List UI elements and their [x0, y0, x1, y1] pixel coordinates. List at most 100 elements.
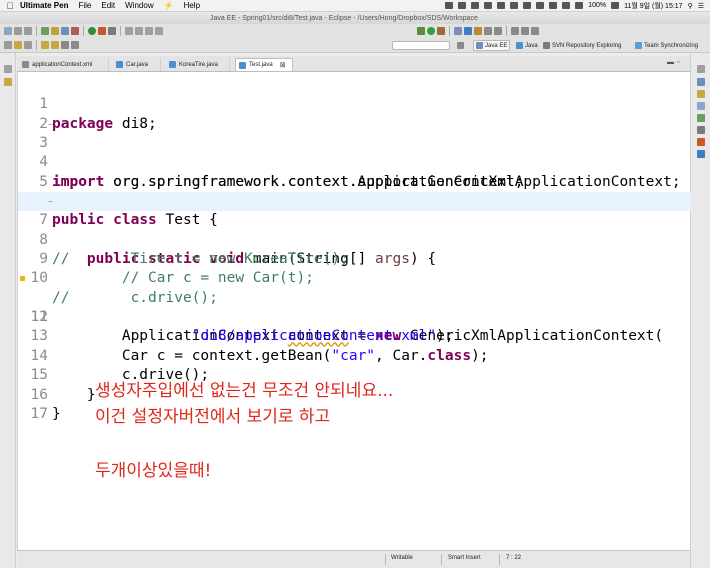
toolbar-icon[interactable] — [155, 27, 163, 35]
next-annotation-icon[interactable] — [41, 41, 49, 49]
open-type-icon[interactable] — [474, 27, 482, 35]
tray-icon[interactable] — [497, 2, 506, 9]
status-separator — [441, 554, 442, 565]
code-line: 14 c.drive(); — [18, 327, 691, 383]
line-number: 17 — [30, 405, 48, 422]
status-cursor-position: 7 : 22 — [506, 555, 522, 561]
bolt-icon[interactable]: ⚡ — [164, 1, 174, 10]
status-insert-mode: Smart Insert — [448, 555, 481, 561]
toolbar-separator — [36, 26, 37, 36]
perspective-team[interactable]: Team Synchronizing — [633, 40, 700, 51]
tray-icon[interactable] — [523, 2, 532, 9]
clock[interactable]: 11월 9일 (월) 15:17 — [624, 1, 683, 11]
snippets-icon[interactable] — [697, 138, 705, 146]
forward-icon[interactable] — [71, 41, 79, 49]
perspective-label: Java — [525, 42, 538, 49]
new-java-class-icon[interactable] — [464, 27, 472, 35]
console-icon[interactable] — [697, 150, 705, 158]
quick-access-input[interactable] — [392, 41, 450, 50]
save-icon[interactable] — [14, 27, 22, 35]
perspective-svn[interactable]: SVN Repository Exploring — [541, 40, 623, 51]
external-tools-icon[interactable] — [437, 27, 445, 35]
apple-icon[interactable]:  — [0, 1, 20, 11]
tray-icon[interactable] — [549, 2, 558, 9]
toolbar-icon[interactable] — [24, 41, 32, 49]
servers-icon[interactable] — [697, 114, 705, 122]
menu-edit[interactable]: Edit — [101, 1, 115, 10]
code-line: 3 − import org.springframework.context.A… — [18, 115, 691, 190]
toolbar-icon[interactable] — [14, 41, 22, 49]
app-menu[interactable]: Ultimate Pen — [20, 1, 68, 10]
task-list-icon[interactable] — [697, 90, 705, 98]
server-icon[interactable] — [41, 27, 49, 35]
spotlight-icon[interactable]: ⚲ — [688, 2, 693, 10]
markers-icon[interactable] — [697, 102, 705, 110]
publish-icon[interactable] — [108, 27, 116, 35]
search-icon[interactable] — [61, 27, 69, 35]
run-server-icon[interactable] — [88, 27, 96, 35]
toolbar-separator — [120, 26, 121, 36]
java-editor[interactable]: 1 package di8; 2 3 − import org.springfr… — [17, 72, 691, 550]
perspective-java[interactable]: Java — [514, 40, 540, 51]
back-icon[interactable] — [61, 41, 69, 49]
fold-toggle-icon[interactable]: − — [48, 115, 53, 134]
tab-label: KoreaTire.java — [179, 61, 218, 68]
toolbar-icon[interactable] — [4, 41, 12, 49]
menu-help[interactable]: Help — [184, 1, 200, 10]
open-perspective-icon — [457, 42, 464, 49]
open-perspective-button[interactable] — [455, 40, 466, 51]
code-line: 15 } — [18, 347, 691, 402]
tray-icon[interactable] — [484, 2, 493, 9]
debug-server-icon[interactable] — [98, 27, 106, 35]
tab-test-java[interactable]: Test.java ⊠ — [235, 58, 293, 71]
tab-car-java[interactable]: Car.java — [113, 58, 161, 71]
volume-icon[interactable] — [575, 2, 584, 9]
toolbar-separator — [83, 26, 84, 36]
wifi-icon[interactable] — [562, 2, 571, 9]
toolbar-icon[interactable] — [484, 27, 492, 35]
perspective-label: Java EE — [485, 42, 508, 49]
save-all-icon[interactable] — [24, 27, 32, 35]
tray-icon[interactable] — [458, 2, 467, 9]
stop-icon[interactable] — [71, 27, 79, 35]
toolbar-icon[interactable] — [511, 27, 519, 35]
new-java-package-icon[interactable] — [454, 27, 462, 35]
tray-icon[interactable] — [445, 2, 454, 9]
code-area[interactable]: 1 package di8; 2 3 − import org.springfr… — [18, 76, 691, 422]
minimize-icon[interactable]: ▬ — [667, 59, 674, 66]
notification-center-icon[interactable]: ☰ — [698, 2, 704, 10]
toolbar-icon[interactable] — [521, 27, 529, 35]
menu-window[interactable]: Window — [125, 1, 153, 10]
data-source-icon[interactable] — [697, 126, 705, 134]
maximize-icon[interactable]: ▫ — [677, 59, 679, 66]
task-icon[interactable] — [51, 27, 59, 35]
fold-toggle-icon[interactable]: − — [48, 192, 53, 211]
java-icon — [516, 42, 523, 49]
menu-file[interactable]: File — [78, 1, 91, 10]
tray-icon[interactable] — [510, 2, 519, 9]
outline-icon[interactable] — [697, 78, 705, 86]
toolbar-icon[interactable] — [125, 27, 133, 35]
toolbar-icon[interactable] — [145, 27, 153, 35]
new-icon[interactable] — [4, 27, 12, 35]
tray-icon[interactable] — [536, 2, 545, 9]
toolbar-icon[interactable] — [494, 27, 502, 35]
tab-koreatire-java[interactable]: KoreaTire.java — [166, 58, 230, 71]
run-icon[interactable] — [427, 27, 435, 35]
package-explorer-icon[interactable] — [4, 78, 12, 86]
warning-icon[interactable] — [20, 276, 25, 282]
toolbar-separator — [36, 40, 37, 50]
restore-icon[interactable] — [697, 65, 705, 73]
restore-icon[interactable] — [4, 65, 12, 73]
perspective-java-ee[interactable]: Java EE — [473, 40, 511, 51]
debug-icon[interactable] — [417, 27, 425, 35]
tray-icon[interactable] — [471, 2, 480, 9]
toolbar-icon[interactable] — [531, 27, 539, 35]
toolbar-icon[interactable] — [135, 27, 143, 35]
tab-applicationcontext-xml[interactable]: applicationContext.xml — [19, 58, 109, 71]
code-line: 2 — [18, 95, 691, 132]
main-toolbar — [0, 24, 710, 38]
close-icon[interactable]: ⊠ — [280, 61, 286, 69]
prev-annotation-icon[interactable] — [51, 41, 59, 49]
battery-icon[interactable] — [611, 2, 620, 9]
